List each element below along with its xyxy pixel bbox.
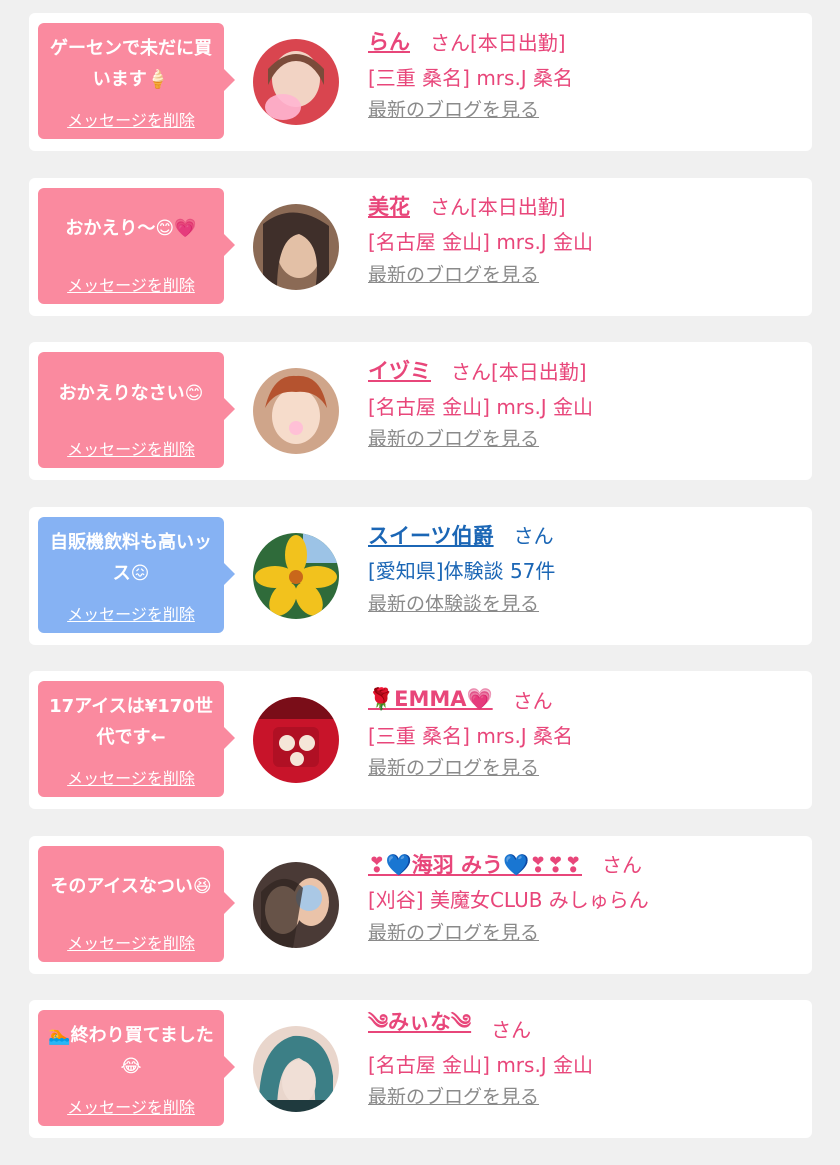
shop-label: [三重 桑名] mrs.J 桑名 xyxy=(368,723,574,748)
latest-review-link[interactable]: 最新の体験談を見る xyxy=(368,593,539,615)
member-name-link[interactable]: らん xyxy=(368,26,410,56)
member-info: らん さん[本日出勤] [三重 桑名] mrs.J 桑名 最新のブログを見る xyxy=(368,25,804,122)
latest-blog-link[interactable]: 最新のブログを見る xyxy=(368,428,539,450)
member-name-link[interactable]: スイーツ伯爵 xyxy=(368,520,494,550)
list-item: 自販機飲料も高いッス😖 メッセージを削除 スイーツ伯爵 さん [愛知県]体験談 … xyxy=(29,506,812,645)
message-text: おかえり〜😊💗 xyxy=(65,218,197,239)
message-bubble: 🏊終わり買てました😂 メッセージを削除 xyxy=(38,1010,235,1126)
member-info: 🌹EMMA💗 さん [三重 桑名] mrs.J 桑名 最新のブログを見る xyxy=(368,683,804,780)
member-info: ❣💙海羽 みう💙❣❣❣ さん [刈谷] 美魔女CLUB みしゅらん 最新のブログ… xyxy=(368,848,804,945)
avatar-image xyxy=(253,697,339,783)
message-bubble: おかえりなさい😊 メッセージを削除 xyxy=(38,352,235,468)
message-bubble: ゲーセンで未だに買います🍦 メッセージを削除 xyxy=(38,23,235,139)
delete-message-link[interactable]: メッセージを削除 xyxy=(38,107,224,131)
shop-label: [名古屋 金山] mrs.J 金山 xyxy=(368,394,594,419)
latest-blog-link[interactable]: 最新のブログを見る xyxy=(368,922,539,944)
message-list: ゲーセンで未だに買います🍦 メッセージを削除 らん さん[本日出勤] [三重 桑… xyxy=(29,13,812,1165)
message-bubble: 自販機飲料も高いッス😖 メッセージを削除 xyxy=(38,516,235,633)
member-name-link[interactable]: イヅミ xyxy=(368,355,431,385)
avatar-image xyxy=(253,861,339,948)
avatar-image xyxy=(253,39,339,125)
honorific-status: さん xyxy=(491,1017,532,1042)
honorific-status: さん xyxy=(513,524,554,548)
honorific-status: さん[本日出勤] xyxy=(430,195,566,219)
member-info: ༄みぃな༄ さん [名古屋 金山] mrs.J 金山 最新のブログを見る xyxy=(368,1010,804,1109)
avatar[interactable] xyxy=(253,203,339,290)
message-text: ゲーセンで未だに買います🍦 xyxy=(50,38,212,90)
member-info: 美花 さん[本日出勤] [名古屋 金山] mrs.J 金山 最新のブログを見る xyxy=(368,190,804,287)
member-name-link[interactable]: 美花 xyxy=(368,191,410,221)
list-item: おかえり〜😊💗 メッセージを削除 美花 さん[本日出勤] [名古屋 金山] mr… xyxy=(29,177,812,316)
shop-label: [愛知県]体験談 57件 xyxy=(368,559,556,583)
message-text: 🏊終わり買てました😂 xyxy=(48,1025,214,1077)
delete-message-link[interactable]: メッセージを削除 xyxy=(38,930,224,954)
message-bubble: 17アイスは¥170世代です← メッセージを削除 xyxy=(38,681,235,797)
honorific-status: さん xyxy=(602,853,642,877)
delete-message-link[interactable]: メッセージを削除 xyxy=(38,1094,224,1118)
message-bubble: そのアイスなつい😆 メッセージを削除 xyxy=(38,845,235,962)
member-info: スイーツ伯爵 さん [愛知県]体験談 57件 最新の体験談を見る xyxy=(368,519,804,616)
latest-blog-link[interactable]: 最新のブログを見る xyxy=(368,1086,539,1108)
avatar-image xyxy=(253,532,339,619)
honorific-status: さん xyxy=(512,688,553,713)
latest-blog-link[interactable]: 最新のブログを見る xyxy=(368,757,539,779)
honorific-status: さん[本日出勤] xyxy=(430,30,566,55)
latest-blog-link[interactable]: 最新のブログを見る xyxy=(368,264,539,286)
member-info: イヅミ さん[本日出勤] [名古屋 金山] mrs.J 金山 最新のブログを見る xyxy=(368,354,804,451)
delete-message-link[interactable]: メッセージを削除 xyxy=(38,272,224,296)
avatar-image xyxy=(253,368,339,454)
avatar[interactable] xyxy=(253,697,339,783)
delete-message-link[interactable]: メッセージを削除 xyxy=(38,601,224,625)
shop-label: [刈谷] 美魔女CLUB みしゅらん xyxy=(368,888,649,912)
member-name-link[interactable]: ❣💙海羽 みう💙❣❣❣ xyxy=(368,849,582,879)
avatar-image xyxy=(253,203,339,290)
message-text: おかえりなさい😊 xyxy=(58,382,204,404)
shop-label: [名古屋 金山] mrs.J 金山 xyxy=(368,230,594,254)
message-bubble: おかえり〜😊💗 メッセージを削除 xyxy=(38,187,235,304)
latest-blog-link[interactable]: 最新のブログを見る xyxy=(368,99,539,121)
shop-label: [三重 桑名] mrs.J 桑名 xyxy=(368,65,574,90)
list-item: そのアイスなつい😆 メッセージを削除 ❣💙海羽 みう💙❣❣❣ さん [刈谷] 美… xyxy=(29,835,812,974)
avatar-image xyxy=(253,1026,339,1112)
shop-label: [名古屋 金山] mrs.J 金山 xyxy=(368,1052,594,1077)
avatar[interactable] xyxy=(253,532,339,619)
list-item: おかえりなさい😊 メッセージを削除 イヅミ さん[本日出勤] [名古屋 金山] … xyxy=(29,342,812,480)
avatar[interactable] xyxy=(253,1026,339,1112)
message-text: 自販機飲料も高いッス😖 xyxy=(50,531,212,584)
list-item: 17アイスは¥170世代です← メッセージを削除 🌹EMMA💗 さん [三重 桑… xyxy=(29,671,812,809)
message-text: 17アイスは¥170世代です← xyxy=(49,696,213,748)
delete-message-link[interactable]: メッセージを削除 xyxy=(38,765,224,789)
member-name-link[interactable]: 🌹EMMA💗 xyxy=(368,687,493,712)
list-item: 🏊終わり買てました😂 メッセージを削除 ༄みぃな༄ さん [名古屋 金山] mr… xyxy=(29,1000,812,1138)
avatar[interactable] xyxy=(253,39,339,125)
avatar[interactable] xyxy=(253,368,339,454)
honorific-status: さん[本日出勤] xyxy=(451,359,587,384)
avatar[interactable] xyxy=(253,861,339,948)
delete-message-link[interactable]: メッセージを削除 xyxy=(38,436,224,460)
message-text: そのアイスなつい😆 xyxy=(50,876,212,897)
list-item: ゲーセンで未だに買います🍦 メッセージを削除 らん さん[本日出勤] [三重 桑… xyxy=(29,13,812,151)
